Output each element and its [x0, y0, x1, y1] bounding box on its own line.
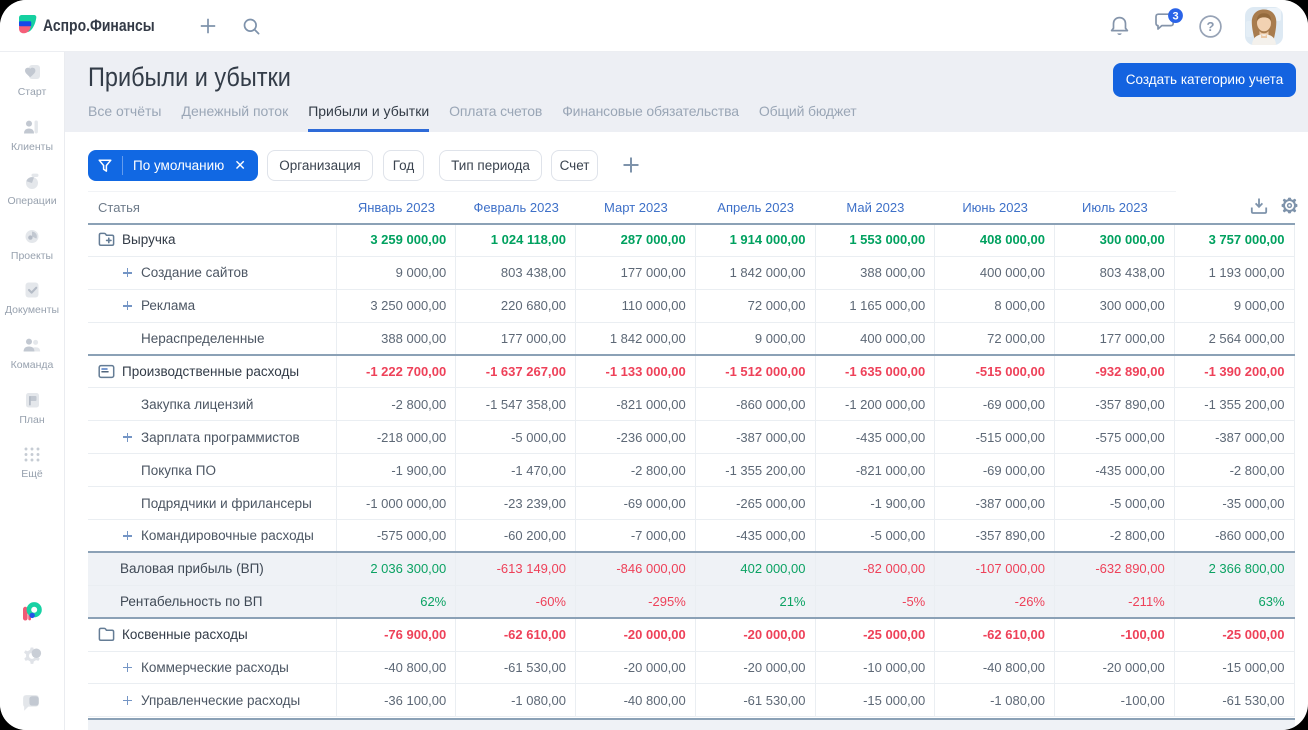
- svg-text:?: ?: [1207, 19, 1215, 34]
- svg-text:3: 3: [1172, 10, 1178, 22]
